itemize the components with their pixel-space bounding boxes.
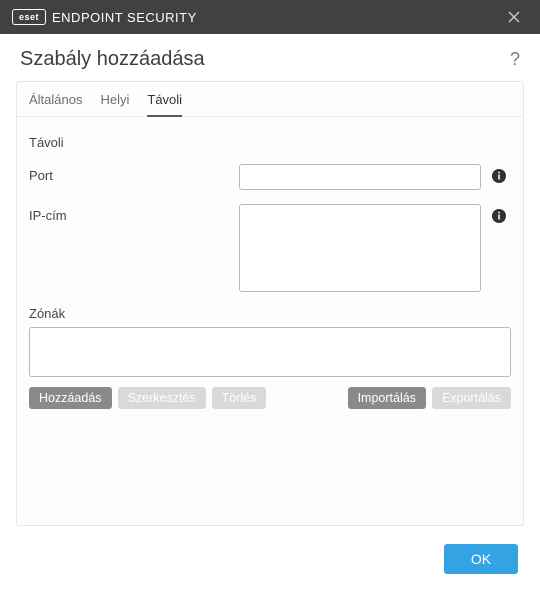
port-label: Port: [29, 164, 239, 183]
zones-list[interactable]: [29, 327, 511, 377]
add-button[interactable]: Hozzáadás: [29, 387, 112, 409]
row-ip: IP-cím: [29, 204, 511, 292]
brand: eset ENDPOINT SECURITY: [12, 9, 197, 25]
tab-general[interactable]: Általános: [29, 92, 82, 116]
info-icon[interactable]: [491, 168, 507, 184]
info-icon[interactable]: [491, 208, 507, 224]
ip-label: IP-cím: [29, 204, 239, 223]
port-input[interactable]: [239, 164, 481, 190]
close-icon[interactable]: [500, 3, 528, 31]
form-body: Távoli Port IP-cím: [17, 117, 523, 409]
brand-text: ENDPOINT SECURITY: [52, 10, 197, 25]
dialog-window: eset ENDPOINT SECURITY Szabály hozzáadás…: [0, 0, 540, 590]
help-icon[interactable]: ?: [510, 49, 520, 70]
import-button[interactable]: Importálás: [348, 387, 426, 409]
zones-button-row: Hozzáadás Szerkesztés Törlés Importálás …: [29, 387, 511, 409]
delete-button: Törlés: [212, 387, 267, 409]
edit-button: Szerkesztés: [118, 387, 206, 409]
ok-button[interactable]: OK: [444, 544, 518, 574]
export-button: Exportálás: [432, 387, 511, 409]
tab-remote[interactable]: Távoli: [147, 92, 182, 117]
zones-label: Zónák: [29, 306, 511, 321]
titlebar: eset ENDPOINT SECURITY: [0, 0, 540, 34]
ip-input[interactable]: [239, 204, 481, 292]
footer: OK: [0, 526, 540, 590]
row-port: Port: [29, 164, 511, 190]
brand-badge: eset: [12, 9, 46, 25]
page-title: Szabály hozzáadása: [20, 48, 510, 71]
panel: Általános Helyi Távoli Távoli Port IP-cí…: [16, 81, 524, 526]
tabs: Általános Helyi Távoli: [17, 82, 523, 117]
tab-local[interactable]: Helyi: [100, 92, 129, 116]
section-label: Távoli: [29, 135, 511, 150]
header: Szabály hozzáadása ?: [0, 34, 540, 81]
